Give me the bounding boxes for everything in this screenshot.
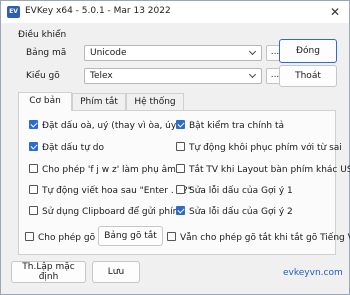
option-label: Đặt dấu oà, uý (thay vì òa, úy) — [42, 121, 180, 131]
charset-select[interactable]: Unicode — [84, 45, 262, 61]
app-logo-icon: EV — [7, 6, 20, 18]
checkbox-unchecked[interactable] — [176, 142, 185, 151]
option-label: Sử dụng Clipboard để gửi phím — [42, 207, 182, 217]
option-fix-suggestion-2[interactable]: Sửa lỗi dấu của Gợi ý 2 — [176, 206, 293, 217]
option-label: Đặt dấu tự do — [42, 143, 104, 153]
tab-system[interactable]: Hệ thống — [126, 93, 184, 111]
tab-basic[interactable]: Cơ bản — [18, 92, 72, 111]
option-label: Cho phép 'f j w z' làm phụ âm — [42, 165, 176, 175]
option-auto-restore[interactable]: Tự động khôi phục phím với từ sai — [176, 142, 342, 153]
option-label: Tự động viết hoa sau "Enter . ! ?" — [42, 186, 192, 196]
close-window-icon[interactable]: ✕ — [327, 4, 343, 20]
option-clipboard-send[interactable]: Sử dụng Clipboard để gửi phím — [29, 206, 181, 217]
option-tone-placement[interactable]: Đặt dấu oà, uý (thay vì òa, úy) — [29, 120, 180, 131]
option-auto-capitalize[interactable]: Tự động viết hoa sau "Enter . ! ?" — [29, 185, 192, 196]
checkbox-checked[interactable] — [176, 120, 185, 129]
option-spell-check[interactable]: Bật kiểm tra chính tả — [176, 120, 284, 131]
checkbox-checked[interactable] — [29, 142, 38, 151]
close-button[interactable]: Đóng — [279, 39, 337, 63]
save-button[interactable]: Lưu — [92, 261, 140, 283]
method-value: Telex — [90, 71, 113, 81]
option-label: Sửa lỗi dấu của Gợi ý 2 — [189, 207, 293, 217]
option-fix-suggestion-1[interactable]: Sửa lỗi dấu của Gợi ý 1 — [176, 185, 293, 196]
checkbox-unchecked[interactable] — [176, 164, 185, 173]
window-title: EVKey x64 - 5.0.1 - Mar 13 2022 — [25, 6, 171, 16]
controls-group-label: Điều khiển — [18, 30, 67, 40]
charset-value: Unicode — [90, 48, 127, 58]
method-select[interactable]: Telex — [84, 68, 262, 84]
option-label: Tự động khôi phục phím với từ sai — [189, 143, 342, 153]
reset-default-button[interactable]: Th.Lập mặc định — [11, 261, 86, 283]
checkbox-checked[interactable] — [29, 120, 38, 129]
charset-label: Bảng mã — [26, 48, 67, 58]
option-label: Vẫn cho phép gõ tắt khi tắt gõ Tiếng Việ… — [180, 233, 350, 243]
chevron-down-icon — [248, 70, 257, 79]
checkbox-checked[interactable] — [176, 206, 185, 215]
checkbox-unchecked[interactable] — [25, 232, 34, 241]
website-link[interactable]: evkeyvn.com — [283, 268, 343, 278]
option-label: Bật kiểm tra chính tả — [189, 121, 285, 131]
shortcut-table-button[interactable]: Bảng gõ tắt — [98, 226, 163, 246]
option-label: Tắt TV khi Layout bàn phím khác US — [189, 165, 350, 175]
option-allow-shortcut-when-off[interactable]: Vẫn cho phép gõ tắt khi tắt gõ Tiếng Việ… — [167, 232, 350, 243]
checkbox-unchecked[interactable] — [167, 232, 176, 241]
checkbox-unchecked[interactable] — [29, 164, 38, 173]
evkey-window: EV EVKey x64 - 5.0.1 - Mar 13 2022 ✕ Điề… — [0, 0, 350, 295]
option-free-tone[interactable]: Đặt dấu tự do — [29, 142, 104, 153]
chevron-down-icon — [248, 47, 257, 56]
method-label: Kiểu gõ — [26, 71, 60, 81]
checkbox-unchecked[interactable] — [29, 206, 38, 215]
exit-button[interactable]: Thoát — [279, 65, 337, 87]
option-fjwz-consonant[interactable]: Cho phép 'f j w z' làm phụ âm — [29, 164, 176, 175]
checkbox-unchecked[interactable] — [176, 185, 185, 194]
option-label: Sửa lỗi dấu của Gợi ý 1 — [189, 186, 293, 196]
option-disable-non-us[interactable]: Tắt TV khi Layout bàn phím khác US — [176, 164, 350, 175]
tab-shortcuts[interactable]: Phím tắt — [72, 93, 126, 111]
checkbox-unchecked[interactable] — [29, 185, 38, 194]
title-bar[interactable]: EV EVKey x64 - 5.0.1 - Mar 13 2022 ✕ — [1, 1, 349, 23]
